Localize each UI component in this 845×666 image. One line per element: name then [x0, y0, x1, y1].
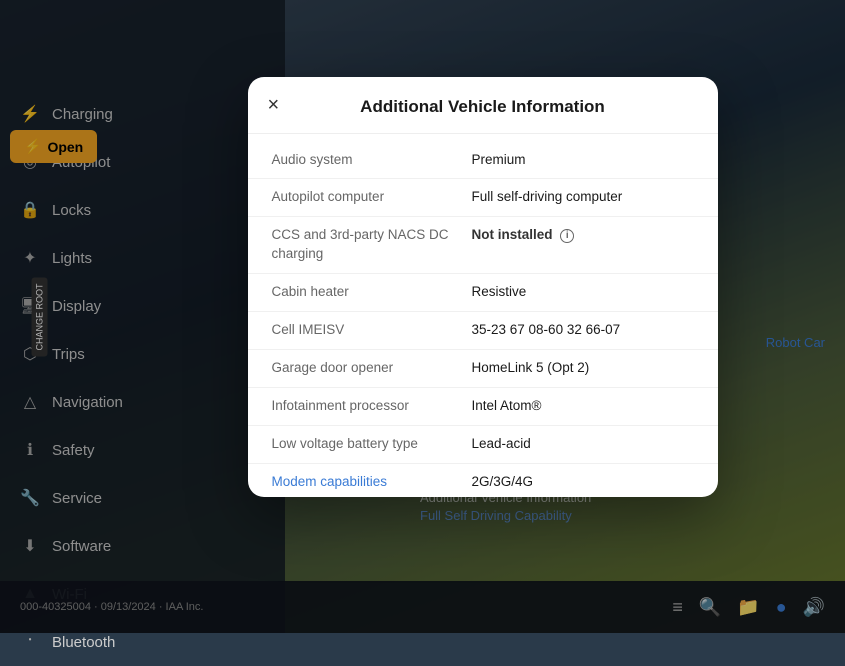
table-row: Autopilot computer Full self-driving com… — [248, 179, 718, 217]
table-row: CCS and 3rd-party NACS DC charging Not i… — [248, 217, 718, 274]
info-label-ccs: CCS and 3rd-party NACS DC charging — [272, 226, 472, 264]
bluetooth-icon: ᛫ — [20, 632, 40, 652]
info-value-audio: Premium — [472, 151, 694, 170]
info-circle-icon[interactable]: i — [560, 229, 574, 243]
info-value-modem: 2G/3G/4G — [472, 473, 694, 492]
info-value-cabin: Resistive — [472, 283, 694, 302]
info-value-ccs: Not installed i — [472, 226, 694, 245]
modal-overlay: × Additional Vehicle Information Audio s… — [0, 0, 845, 633]
table-row: Infotainment processor Intel Atom® — [248, 388, 718, 426]
info-label-infotainment: Infotainment processor — [272, 397, 472, 416]
info-label-cell: Cell IMEISV — [272, 321, 472, 340]
info-label-modem[interactable]: Modem capabilities — [272, 473, 472, 492]
info-label-audio: Audio system — [272, 151, 472, 170]
info-label-cabin: Cabin heater — [272, 283, 472, 302]
table-row: Audio system Premium — [248, 142, 718, 180]
info-label-autopilot: Autopilot computer — [272, 188, 472, 207]
dialog-body: Audio system Premium Autopilot computer … — [248, 134, 718, 497]
info-label-garage: Garage door opener — [272, 359, 472, 378]
info-label-battery: Low voltage battery type — [272, 435, 472, 454]
table-row: Cell IMEISV 35-23 67 08-60 32 66-07 — [248, 312, 718, 350]
table-row: Low voltage battery type Lead-acid — [248, 426, 718, 464]
info-value-autopilot: Full self-driving computer — [472, 188, 694, 207]
table-row: Garage door opener HomeLink 5 (Opt 2) — [248, 350, 718, 388]
table-row: Modem capabilities 2G/3G/4G — [248, 464, 718, 497]
info-value-garage: HomeLink 5 (Opt 2) — [472, 359, 694, 378]
additional-vehicle-info-dialog: × Additional Vehicle Information Audio s… — [248, 77, 718, 497]
info-value-infotainment: Intel Atom® — [472, 397, 694, 416]
dialog-header: × Additional Vehicle Information — [248, 77, 718, 134]
info-value-cell: 35-23 67 08-60 32 66-07 — [472, 321, 694, 340]
dialog-title: Additional Vehicle Information — [272, 97, 694, 117]
table-row: Cabin heater Resistive — [248, 274, 718, 312]
close-button[interactable]: × — [268, 95, 280, 115]
sidebar-item-bluetooth-label: Bluetooth — [52, 634, 115, 651]
info-value-battery: Lead-acid — [472, 435, 694, 454]
